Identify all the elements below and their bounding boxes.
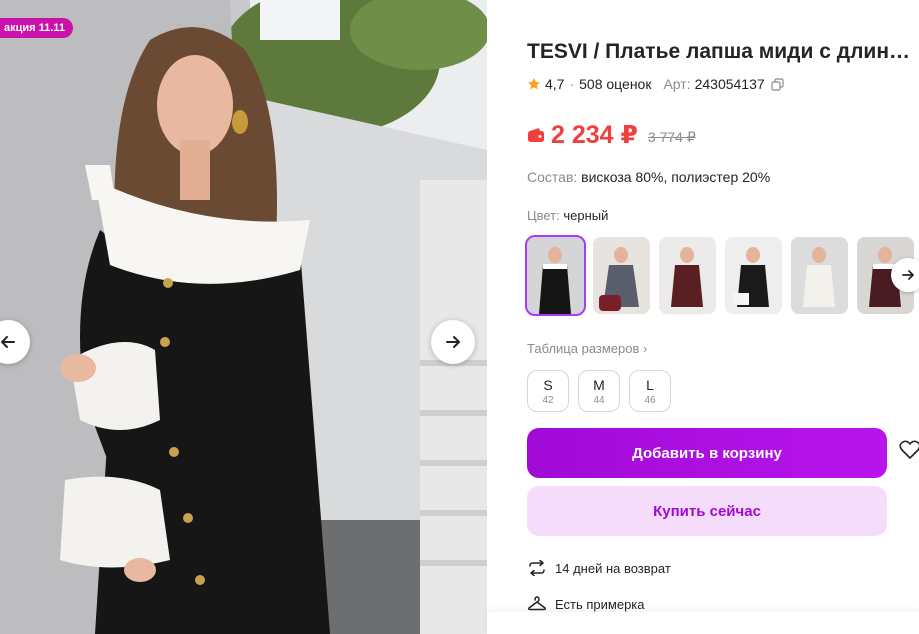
variant-image <box>725 237 782 314</box>
buy-now-button[interactable]: Купить сейчас <box>527 486 887 536</box>
color-variant-thumb[interactable] <box>725 237 782 314</box>
composition: Состав: вискоза 80%, полиэстер 20% <box>527 169 770 185</box>
variants-next-button[interactable] <box>891 258 919 292</box>
current-price: 2 234 ₽ <box>551 121 638 149</box>
size-selector: S 42 M 44 L 46 <box>527 370 671 412</box>
size-ru: 44 <box>593 395 605 406</box>
product-title: TESVI / Платье лапша миди с длинным рука… <box>527 40 919 63</box>
reviews-count[interactable]: 508 оценок <box>579 76 651 92</box>
size-label: L <box>646 377 654 393</box>
add-to-cart-button[interactable]: Добавить в корзину <box>527 428 887 478</box>
copy-icon[interactable] <box>771 77 784 91</box>
size-option-l[interactable]: L 46 <box>629 370 671 412</box>
color-value: черный <box>563 208 609 223</box>
product-info-panel: TESVI / Платье лапша миди с длинным рука… <box>487 0 919 634</box>
size-ru: 42 <box>542 395 554 406</box>
star-icon <box>528 78 540 90</box>
rating-value: 4,7 <box>545 76 565 92</box>
color-label: Цвет: <box>527 208 560 223</box>
size-ru: 46 <box>644 395 656 406</box>
size-option-s[interactable]: S 42 <box>527 370 569 412</box>
fitting-text: Есть примерка <box>555 596 645 612</box>
color-row: Цвет: черный <box>527 208 608 223</box>
arrow-right-icon <box>446 336 460 348</box>
return-arrows-icon <box>529 560 545 576</box>
color-variant-thumb[interactable] <box>791 237 848 314</box>
article-label: Арт: <box>663 76 691 92</box>
variant-image <box>791 237 848 314</box>
color-variants <box>525 235 914 316</box>
wallet-icon <box>528 128 544 142</box>
variant-image <box>593 237 650 314</box>
price-row: 2 234 ₽ 3 774 ₽ <box>527 120 696 150</box>
promo-badge: акция 11.11 <box>0 18 73 38</box>
variant-image <box>659 237 716 314</box>
size-table-link[interactable]: Таблица размеров › <box>527 341 647 356</box>
composition-value: вискоза 80%, полиэстер 20% <box>581 169 771 185</box>
returns-feature: 14 дней на возврат <box>527 560 671 576</box>
color-variant-thumb[interactable] <box>659 237 716 314</box>
bottom-bar <box>487 612 919 634</box>
product-gallery: акция 11.11 <box>0 0 487 634</box>
old-price: 3 774 ₽ <box>647 128 696 145</box>
color-variant-thumb[interactable] <box>593 237 650 314</box>
arrow-right-icon <box>902 270 914 280</box>
gallery-next-button[interactable] <box>431 320 475 364</box>
product-photo <box>0 0 487 634</box>
arrow-left-icon <box>1 336 15 348</box>
heart-icon[interactable] <box>899 440 919 460</box>
article-number: 243054137 <box>694 76 765 92</box>
returns-text: 14 дней на возврат <box>555 560 671 576</box>
size-option-m[interactable]: M 44 <box>578 370 620 412</box>
size-label: S <box>543 377 553 393</box>
variant-image <box>527 237 584 314</box>
hanger-icon <box>527 596 547 611</box>
color-variant-thumb[interactable] <box>525 235 586 316</box>
product-meta: 4,7 · 508 оценок Арт: 243054137 <box>527 76 784 92</box>
separator-dot: · <box>569 76 575 92</box>
size-label: M <box>593 377 605 393</box>
composition-label: Состав: <box>527 169 578 185</box>
fitting-feature: Есть примерка <box>527 596 645 612</box>
